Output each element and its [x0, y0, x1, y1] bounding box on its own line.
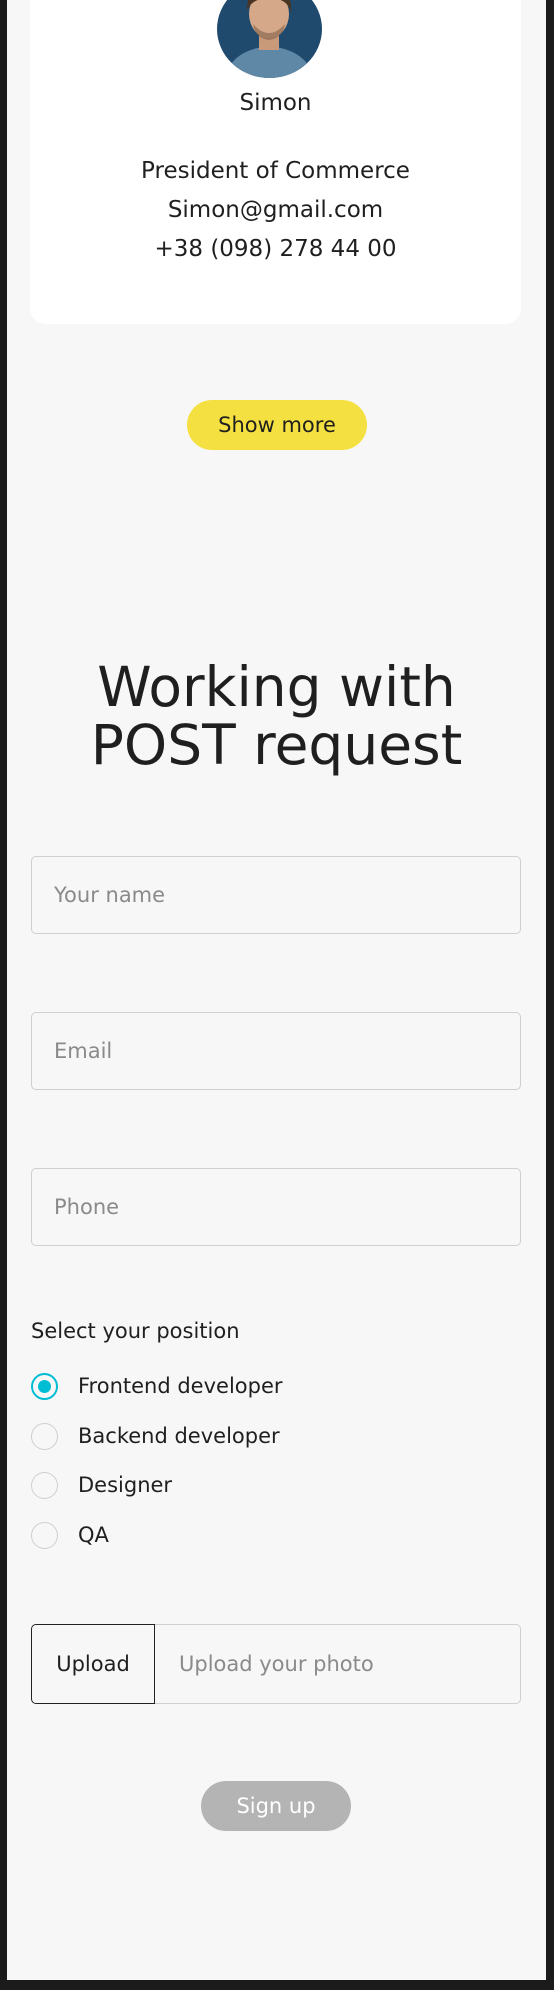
- radio-button-checked[interactable]: [31, 1372, 58, 1400]
- user-position: President of Commerce: [141, 158, 410, 184]
- radio-label: QA: [78, 1523, 109, 1547]
- radio-label: Designer: [78, 1473, 173, 1497]
- show-more-button[interactable]: Show more: [187, 400, 367, 450]
- user-email: Simon@gmail.com: [167, 197, 384, 223]
- radio-frontend-developer[interactable]: Frontend developer: [31, 1370, 283, 1402]
- form-heading: Working with POST request: [7, 658, 546, 774]
- photo-upload: Upload Upload your photo: [31, 1624, 521, 1704]
- upload-photo-field[interactable]: Upload your photo: [155, 1624, 521, 1704]
- form-heading-line-1: Working with: [97, 655, 456, 719]
- email-input[interactable]: [31, 1012, 521, 1090]
- user-name: Simon: [239, 90, 312, 116]
- radio-label: Backend developer: [78, 1424, 280, 1448]
- position-label: Select your position: [31, 1319, 240, 1343]
- radio-button[interactable]: [31, 1471, 58, 1499]
- radio-label: Frontend developer: [78, 1374, 283, 1398]
- form-heading-line-2: POST request: [90, 713, 463, 777]
- radio-button[interactable]: [31, 1422, 58, 1450]
- name-input[interactable]: [31, 856, 521, 934]
- user-card: Simon President of Commerce Simon@gmail.…: [30, 0, 521, 324]
- page: Simon President of Commerce Simon@gmail.…: [7, 0, 546, 1980]
- radio-designer[interactable]: Designer: [31, 1469, 172, 1501]
- phone-input[interactable]: [31, 1168, 521, 1246]
- radio-backend-developer[interactable]: Backend developer: [31, 1420, 280, 1452]
- radio-button[interactable]: [31, 1521, 58, 1549]
- user-avatar: [217, 0, 322, 78]
- upload-button[interactable]: Upload: [31, 1624, 155, 1704]
- radio-qa[interactable]: QA: [31, 1519, 109, 1551]
- user-phone: +38 (098) 278 44 00: [154, 236, 397, 262]
- sign-up-button[interactable]: Sign up: [201, 1781, 351, 1831]
